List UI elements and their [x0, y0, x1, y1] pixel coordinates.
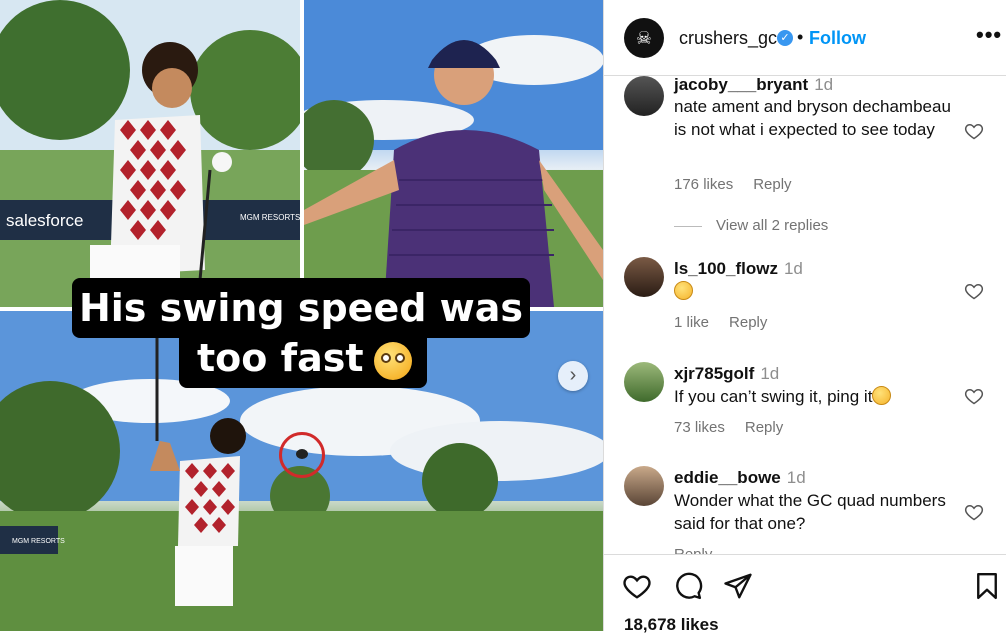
- caption-line-1: His swing speed was: [72, 278, 530, 338]
- comment-time: 1d: [814, 76, 834, 94]
- comment-username[interactable]: xjr785golf: [674, 364, 754, 383]
- chevron-right-icon: ›: [569, 364, 577, 386]
- comment-text-content: If you can’t swing it, ping it: [674, 387, 873, 406]
- photo-scene-top-left: salesforce MGM RESORTS: [0, 0, 300, 307]
- reply-button[interactable]: Reply: [729, 314, 767, 331]
- caption-line-2-text: too fast: [197, 336, 364, 380]
- post-action-bar: 18,678 likes: [604, 554, 1006, 634]
- comment-likes[interactable]: 1 like: [674, 314, 709, 331]
- comment-username-row: xjr785golf 1d: [674, 364, 779, 384]
- caption-line-2: too fast: [179, 330, 427, 388]
- photo-bryson-smiling: [304, 0, 603, 307]
- comment-meta: 1 like Reply: [674, 314, 767, 331]
- post-media[interactable]: salesforce MGM RESORTS MGM RESORTS His s…: [0, 0, 603, 631]
- comment-item: ls_100_flowz 1d 1 like Reply: [604, 257, 1006, 347]
- verified-badge-icon: ✓: [777, 30, 793, 46]
- view-replies-button[interactable]: View all 2 replies: [674, 217, 828, 234]
- like-comment-heart-icon[interactable]: [964, 502, 984, 522]
- sponsor-banner-text: salesforce: [6, 211, 83, 230]
- more-options-icon[interactable]: •••: [976, 22, 1002, 48]
- comment-time: 1d: [783, 259, 803, 278]
- comment-meta: 73 likes Reply: [674, 419, 783, 436]
- comments-list[interactable]: jacoby___bryant 1d nate ament and bryson …: [604, 76, 1006, 554]
- comment-username-row: eddie__bowe 1d: [674, 468, 806, 488]
- photo-scene-top-right: [304, 0, 603, 307]
- laughing-face-emoji-icon: [674, 281, 693, 300]
- reply-button[interactable]: Reply: [753, 176, 791, 193]
- comment-likes[interactable]: 176 likes: [674, 176, 733, 193]
- comment-username-row: jacoby___bryant 1d: [674, 76, 833, 95]
- comment-username[interactable]: jacoby___bryant: [674, 76, 808, 94]
- golf-ball-highlight-circle: [279, 432, 325, 478]
- comment-meta: Reply: [674, 546, 712, 554]
- comment-username-row: ls_100_flowz 1d: [674, 259, 803, 279]
- post-likes-count[interactable]: 18,678 likes: [624, 615, 719, 635]
- follow-button[interactable]: Follow: [809, 28, 866, 49]
- comment-text: If you can’t swing it, ping it: [674, 386, 959, 409]
- dot-separator: •: [797, 27, 804, 47]
- svg-text:MGM RESORTS: MGM RESORTS: [12, 538, 65, 545]
- account-avatar[interactable]: ☠: [624, 18, 664, 58]
- flushed-face-emoji-icon: [373, 341, 412, 380]
- comment-text: nate ament and bryson dechambeau is not …: [674, 97, 951, 139]
- commenter-avatar[interactable]: [624, 257, 664, 297]
- photo-player-smiling: salesforce MGM RESORTS: [0, 0, 300, 307]
- carousel-next-button[interactable]: ›: [558, 361, 588, 391]
- comment-meta: 176 likes Reply: [674, 176, 792, 193]
- share-paper-plane-icon[interactable]: [723, 571, 753, 601]
- commenter-avatar[interactable]: [624, 76, 664, 116]
- commenter-avatar[interactable]: [624, 466, 664, 506]
- like-comment-heart-icon[interactable]: [964, 386, 984, 406]
- comment-text: [674, 281, 959, 304]
- svg-text:MGM RESORTS: MGM RESORTS: [240, 213, 300, 222]
- like-heart-icon[interactable]: [622, 571, 652, 601]
- comment-item: eddie__bowe 1d Wonder what the GC quad nu…: [604, 466, 1006, 554]
- post-header: ☠ crushers_gc ✓ • Follow •••: [604, 0, 1006, 76]
- account-username[interactable]: crushers_gc: [679, 28, 777, 49]
- comment-username[interactable]: ls_100_flowz: [674, 259, 778, 278]
- save-bookmark-icon[interactable]: [972, 571, 1002, 601]
- reply-button[interactable]: Reply: [674, 546, 712, 554]
- comment-username[interactable]: eddie__bowe: [674, 468, 781, 487]
- comment-likes[interactable]: 73 likes: [674, 419, 725, 436]
- commenter-avatar[interactable]: [624, 362, 664, 402]
- astonished-face-emoji-icon: [872, 386, 892, 405]
- like-comment-heart-icon[interactable]: [964, 121, 984, 141]
- comment-bubble-icon[interactable]: [673, 571, 703, 601]
- reply-button[interactable]: Reply: [745, 419, 783, 436]
- post-side-panel: ☠ crushers_gc ✓ • Follow ••• jacoby___br…: [603, 0, 1006, 634]
- comment-time: 1d: [760, 364, 780, 383]
- comment-item: jacoby___bryant 1d nate ament and bryson …: [604, 76, 1006, 246]
- comment-time: 1d: [786, 468, 806, 487]
- skull-logo-icon: ☠: [635, 28, 653, 48]
- like-comment-heart-icon[interactable]: [964, 281, 984, 301]
- comment-text: Wonder what the GC quad numbers said for…: [674, 491, 946, 533]
- comment-item: xjr785golf 1d If you can’t swing it, ping…: [604, 362, 1006, 452]
